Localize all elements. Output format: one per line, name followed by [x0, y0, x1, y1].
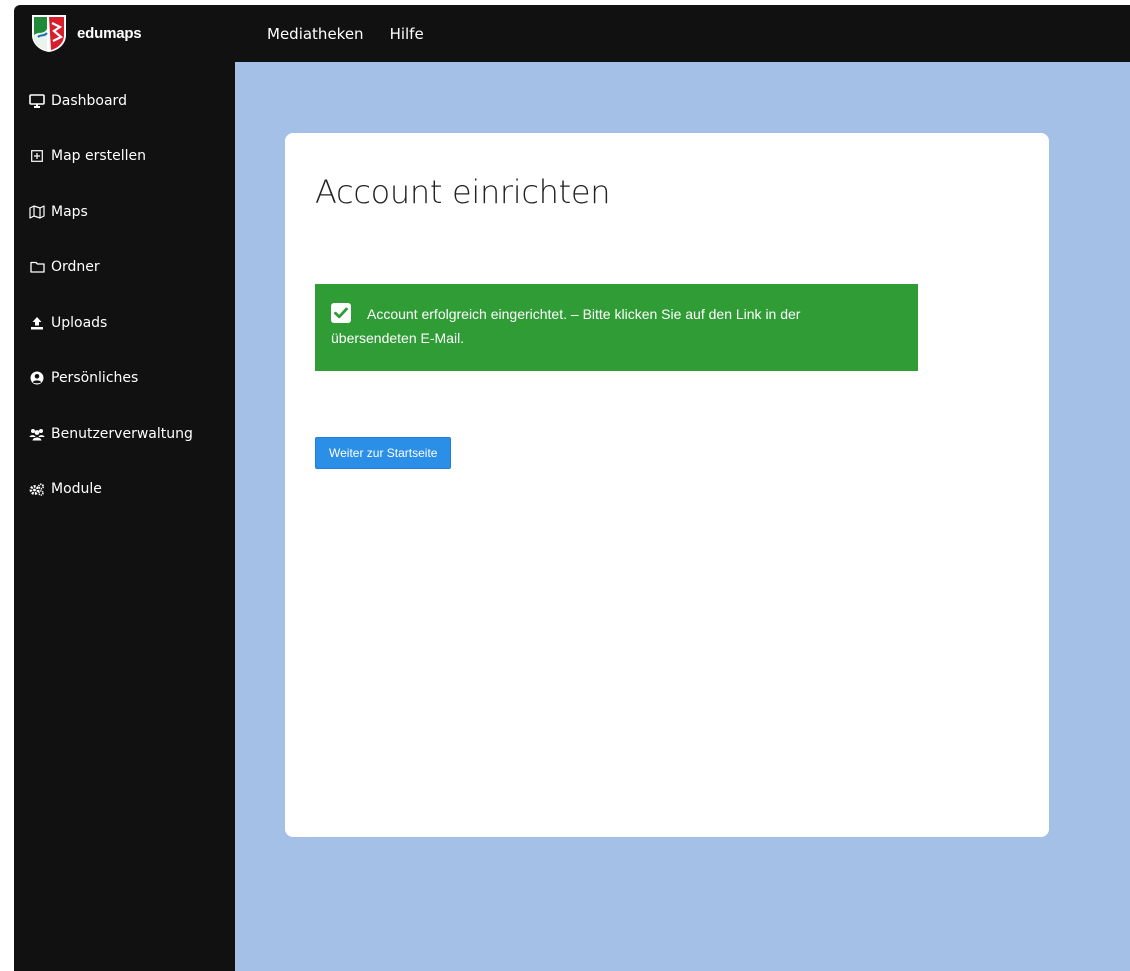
- sidebar-item-module[interactable]: Module: [29, 477, 102, 501]
- sidebar-item-label: Module: [51, 481, 102, 497]
- sidebar: Dashboard Map erstellen Maps Ordner Uplo…: [14, 62, 235, 971]
- sidebar-item-map-erstellen[interactable]: Map erstellen: [29, 144, 146, 168]
- top-nav: Mediatheken Hilfe: [267, 5, 450, 62]
- sidebar-item-label: Maps: [51, 204, 88, 220]
- alert-message-line2: übersendeten E-Mail.: [331, 330, 465, 346]
- sidebar-item-label: Uploads: [51, 315, 108, 331]
- continue-to-home-button[interactable]: Weiter zur Startseite: [315, 437, 452, 469]
- success-alert: Account erfolgreich eingerichtet. – Bitt…: [315, 284, 918, 371]
- nav-hilfe[interactable]: Hilfe: [390, 25, 424, 43]
- monitor-icon: [29, 93, 45, 109]
- top-navbar: edumaps Mediatheken Hilfe: [14, 5, 1130, 62]
- sidebar-item-maps[interactable]: Maps: [29, 200, 88, 224]
- gears-icon: [29, 481, 45, 497]
- check-icon: [331, 303, 351, 323]
- map-icon: [29, 204, 45, 220]
- brand[interactable]: edumaps: [30, 13, 142, 53]
- nav-mediatheken[interactable]: Mediatheken: [267, 25, 364, 43]
- nrw-logo-icon: [30, 13, 68, 53]
- brand-name: edumaps: [77, 24, 142, 42]
- sidebar-item-ordner[interactable]: Ordner: [29, 255, 100, 279]
- user-circle-icon: [29, 370, 45, 386]
- users-icon: [29, 426, 45, 442]
- folder-icon: [29, 259, 45, 275]
- app-window: edumaps Mediatheken Hilfe Dashboard Map …: [14, 5, 1130, 971]
- sidebar-item-label: Dashboard: [51, 93, 127, 109]
- sidebar-item-persoenliches[interactable]: Persönliches: [29, 366, 138, 390]
- plus-square-icon: [29, 148, 45, 164]
- sidebar-item-label: Persönliches: [51, 370, 139, 386]
- sidebar-item-label: Map erstellen: [51, 148, 147, 164]
- sidebar-item-dashboard[interactable]: Dashboard: [29, 89, 127, 113]
- upload-icon: [29, 315, 45, 331]
- alert-message-line1: Account erfolgreich eingerichtet. – Bitt…: [367, 306, 801, 322]
- sidebar-item-uploads[interactable]: Uploads: [29, 311, 107, 335]
- sidebar-item-label: Benutzerverwaltung: [51, 426, 193, 442]
- page-title: Account einrichten: [315, 173, 611, 211]
- sidebar-item-label: Ordner: [51, 259, 100, 275]
- content-card: Account einrichten Account erfolgreich e…: [285, 133, 1049, 837]
- sidebar-item-benutzerverwaltung[interactable]: Benutzerverwaltung: [29, 422, 193, 446]
